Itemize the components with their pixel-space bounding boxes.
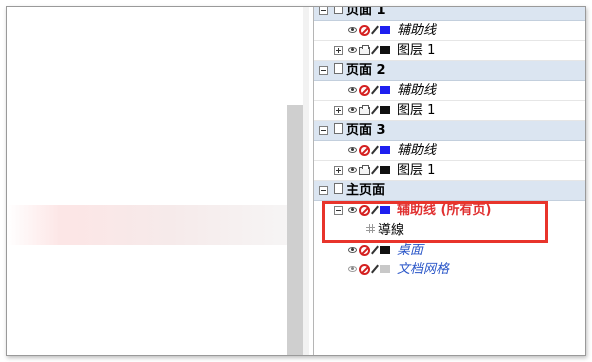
page-header-1[interactable]: 页面 1 [314, 6, 585, 21]
eye-icon[interactable] [348, 266, 357, 272]
master-page-header[interactable]: 主页面 [314, 181, 585, 201]
page-header-2[interactable]: 页面 2 [314, 61, 585, 81]
layer-row[interactable]: 辅助线 [314, 21, 585, 41]
layer-name: 图层 1 [397, 163, 436, 178]
application-window: 页面 1 辅助线 图层 1 页面 2 辅助线 图层 1 页面 3 辅助线 图层 … [6, 6, 586, 356]
color-swatch[interactable] [380, 146, 390, 154]
annotation-highlight-box [322, 201, 548, 243]
pencil-icon[interactable] [371, 105, 379, 115]
color-swatch[interactable] [380, 86, 390, 94]
printer-icon[interactable] [359, 45, 370, 55]
page-title: 页面 3 [346, 123, 386, 138]
page-title: 页面 2 [346, 63, 386, 78]
color-swatch[interactable] [380, 26, 390, 34]
layer-name: 文档网格 [397, 262, 450, 277]
layer-name: 辅助线 [397, 143, 437, 158]
color-swatch[interactable] [380, 46, 390, 54]
layer-name: 图层 1 [397, 43, 436, 58]
no-print-icon[interactable] [359, 245, 370, 256]
eye-icon[interactable] [348, 27, 357, 33]
page-header-3[interactable]: 页面 3 [314, 121, 585, 141]
page-icon [334, 63, 343, 74]
layer-row[interactable]: 图层 1 [314, 41, 585, 61]
expand-icon[interactable] [334, 46, 343, 55]
desktop-layer-row[interactable]: 桌面 [314, 241, 585, 260]
eye-icon[interactable] [348, 47, 357, 53]
page-icon [334, 123, 343, 134]
collapse-icon[interactable] [319, 186, 328, 195]
pencil-icon[interactable] [371, 25, 379, 35]
pencil-icon[interactable] [371, 85, 379, 95]
object-manager-panel: 页面 1 辅助线 图层 1 页面 2 辅助线 图层 1 页面 3 辅助线 图层 … [313, 6, 585, 355]
color-swatch[interactable] [380, 265, 390, 273]
pencil-icon[interactable] [371, 145, 379, 155]
printer-icon[interactable] [359, 165, 370, 175]
pencil-icon[interactable] [371, 245, 379, 255]
page-title: 主页面 [346, 183, 386, 198]
collapse-icon[interactable] [319, 7, 328, 15]
panel-splitter[interactable] [303, 7, 309, 355]
vertical-scrollbar[interactable] [287, 105, 303, 355]
layer-name: 桌面 [397, 243, 424, 258]
eye-icon[interactable] [348, 107, 357, 113]
layer-row[interactable]: 辅助线 [314, 141, 585, 161]
collapse-icon[interactable] [319, 66, 328, 75]
page-title: 页面 1 [346, 6, 386, 18]
layer-row[interactable]: 图层 1 [314, 161, 585, 181]
collapse-icon[interactable] [319, 126, 328, 135]
color-swatch[interactable] [380, 246, 390, 254]
page-icon [334, 7, 343, 14]
eye-icon[interactable] [348, 87, 357, 93]
page-icon [334, 183, 343, 194]
layer-name: 辅助线 [397, 83, 437, 98]
layer-row[interactable]: 辅助线 [314, 81, 585, 101]
color-swatch[interactable] [380, 166, 390, 174]
no-print-icon[interactable] [359, 264, 370, 275]
no-print-icon[interactable] [359, 145, 370, 156]
layer-name: 辅助线 [397, 23, 437, 38]
eye-icon[interactable] [348, 147, 357, 153]
pencil-icon[interactable] [371, 264, 379, 274]
pencil-icon[interactable] [371, 45, 379, 55]
canvas-shadow [7, 205, 307, 245]
layer-name: 图层 1 [397, 103, 436, 118]
expand-icon[interactable] [334, 166, 343, 175]
pencil-icon[interactable] [371, 165, 379, 175]
color-swatch[interactable] [380, 106, 390, 114]
printer-icon[interactable] [359, 105, 370, 115]
eye-icon[interactable] [348, 247, 357, 253]
layer-row[interactable]: 图层 1 [314, 101, 585, 121]
drawing-canvas[interactable] [7, 7, 287, 355]
no-print-icon[interactable] [359, 25, 370, 36]
eye-icon[interactable] [348, 167, 357, 173]
expand-icon[interactable] [334, 106, 343, 115]
no-print-icon[interactable] [359, 85, 370, 96]
document-grid-layer-row[interactable]: 文档网格 [314, 260, 585, 279]
